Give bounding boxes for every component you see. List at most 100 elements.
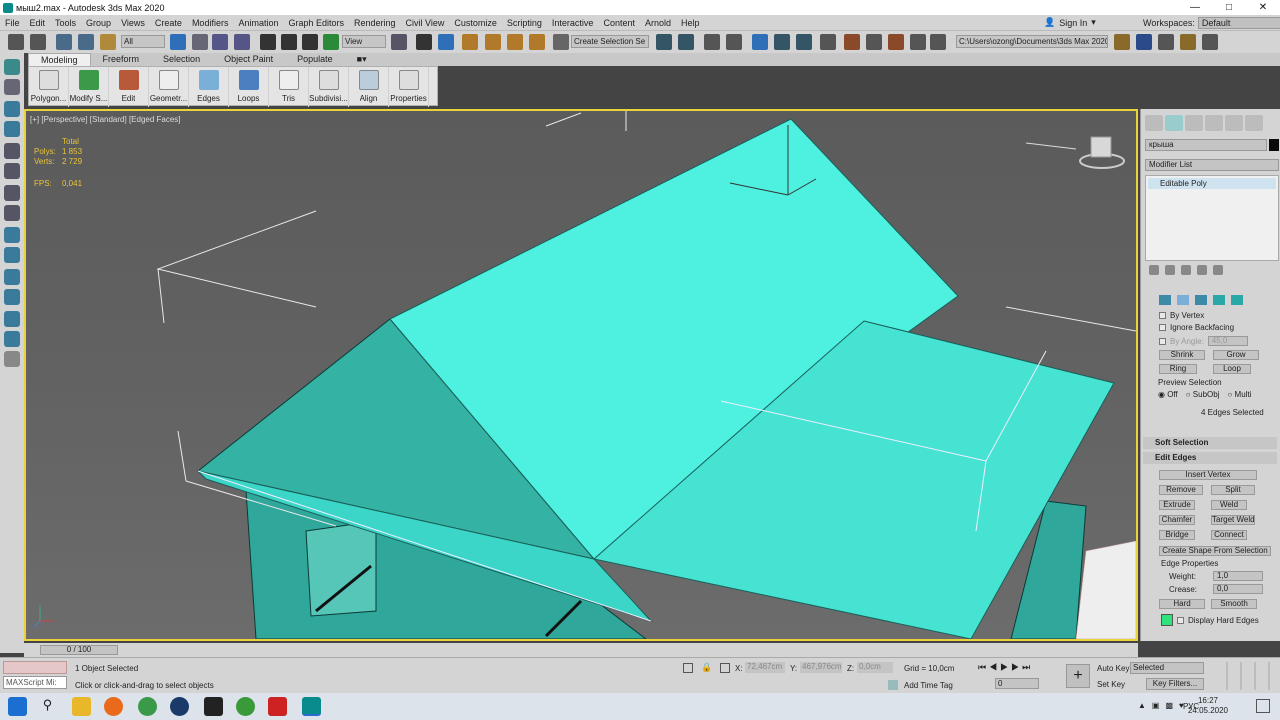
- select-icon[interactable]: [4, 79, 20, 95]
- current-frame-field[interactable]: 0: [995, 678, 1039, 689]
- tab-selection[interactable]: Selection: [151, 53, 212, 66]
- spacewarp-icon[interactable]: [4, 289, 20, 305]
- menu-content[interactable]: Content: [598, 18, 640, 28]
- absolute-mode-icon[interactable]: [720, 663, 730, 673]
- by-angle-option[interactable]: By Angle: 45,0: [1159, 336, 1248, 346]
- z-coordinate-field[interactable]: 0,0cm: [857, 662, 893, 673]
- menu-graph-editors[interactable]: Graph Editors: [283, 18, 349, 28]
- tab-populate[interactable]: Populate: [285, 53, 345, 66]
- lock-selection-icon[interactable]: 🔒: [701, 662, 712, 673]
- modifier-list-dropdown[interactable]: Modifier List: [1145, 159, 1279, 171]
- layers-icon[interactable]: [4, 331, 20, 347]
- playback-controls[interactable]: ⏮◀▶▶⏭: [978, 662, 1033, 673]
- utilities-tab-icon[interactable]: [1245, 115, 1263, 131]
- maximize-button[interactable]: □: [1212, 0, 1246, 15]
- viewcube-icon[interactable]: [1090, 136, 1112, 158]
- display-icon[interactable]: [4, 185, 20, 201]
- target-weld-button[interactable]: Target Weld: [1211, 515, 1255, 525]
- systems-icon[interactable]: [4, 311, 20, 327]
- set-key-button[interactable]: Set Key: [1097, 680, 1125, 689]
- time-tag-icon[interactable]: [888, 680, 898, 690]
- by-vertex-checkbox[interactable]: [1159, 312, 1166, 319]
- menu-customize[interactable]: Customize: [449, 18, 502, 28]
- display-tab-icon[interactable]: [1225, 115, 1243, 131]
- menu-civil-view[interactable]: Civil View: [401, 18, 450, 28]
- rotate-icon[interactable]: [281, 34, 297, 50]
- scale-icon[interactable]: [302, 34, 318, 50]
- geometry-button[interactable]: Geometr...: [149, 67, 189, 107]
- smooth-button[interactable]: Smooth: [1211, 599, 1257, 609]
- object-color-swatch[interactable]: [1269, 139, 1279, 151]
- y-coordinate-field[interactable]: 467,976cm: [800, 662, 842, 673]
- spinner-snap-icon[interactable]: [529, 34, 545, 50]
- undo-icon[interactable]: [8, 34, 24, 50]
- loops-button[interactable]: Loops: [229, 67, 269, 107]
- remove-modifier-icon[interactable]: [1197, 265, 1207, 275]
- element-level-icon[interactable]: [1231, 295, 1243, 305]
- keyboard-shortcut-override-icon[interactable]: [438, 34, 454, 50]
- create-project-icon[interactable]: [1202, 34, 1218, 50]
- place-icon[interactable]: [323, 34, 339, 50]
- select-manipulate-icon[interactable]: [416, 34, 432, 50]
- crease-spinner[interactable]: 0,0: [1213, 584, 1263, 594]
- bridge-button[interactable]: Bridge: [1159, 530, 1195, 540]
- polygon-level-icon[interactable]: [1213, 295, 1225, 305]
- settings-icon[interactable]: [4, 351, 20, 367]
- subdivision-button[interactable]: Subdivisi...: [309, 67, 349, 107]
- maxscript-listener-output[interactable]: [3, 661, 67, 674]
- utilities-icon[interactable]: [4, 205, 20, 221]
- rendered-frame-window-icon[interactable]: [866, 34, 882, 50]
- time-slider[interactable]: 0 / 100: [40, 645, 118, 655]
- angle-snap-icon[interactable]: [485, 34, 501, 50]
- insert-vertex-button[interactable]: Insert Vertex: [1159, 470, 1257, 480]
- key-filters-button[interactable]: Key Filters...: [1146, 678, 1204, 690]
- percent-snap-icon[interactable]: [507, 34, 523, 50]
- project-path-field[interactable]: C:\Users\ozong\Documents\3ds Max 2020: [956, 35, 1108, 48]
- render-production-icon[interactable]: [888, 34, 904, 50]
- camera-icon[interactable]: [4, 247, 20, 263]
- tab-object-paint[interactable]: Object Paint: [212, 53, 285, 66]
- rect-selection-icon[interactable]: [212, 34, 228, 50]
- redo-icon[interactable]: [30, 34, 46, 50]
- close-button[interactable]: ✕: [1246, 0, 1280, 15]
- connect-button[interactable]: Connect: [1211, 530, 1247, 540]
- edit-button[interactable]: Edit: [109, 67, 149, 107]
- hard-button[interactable]: Hard: [1159, 599, 1205, 609]
- window-crossing-icon[interactable]: [234, 34, 250, 50]
- steam-icon[interactable]: [170, 697, 189, 716]
- menu-modifiers[interactable]: Modifiers: [187, 18, 234, 28]
- firefox-icon[interactable]: [104, 697, 123, 716]
- project-folder-icon[interactable]: [1114, 34, 1130, 50]
- render-setup-icon[interactable]: [844, 34, 860, 50]
- reference-coordinate-dropdown[interactable]: View: [342, 35, 386, 48]
- set-key-icon[interactable]: +: [1066, 664, 1090, 688]
- shrink-button[interactable]: Shrink: [1159, 350, 1205, 360]
- isolate-selection-icon[interactable]: [683, 663, 693, 673]
- pivot-center-icon[interactable]: [391, 34, 407, 50]
- render-in-cloud-icon[interactable]: [910, 34, 926, 50]
- create-tab-icon[interactable]: [1145, 115, 1163, 131]
- menu-rendering[interactable]: Rendering: [349, 18, 401, 28]
- utorrent-icon[interactable]: [236, 697, 255, 716]
- set-project-icon[interactable]: [1158, 34, 1174, 50]
- select-by-name-icon[interactable]: [192, 34, 208, 50]
- ring-button[interactable]: Ring: [1159, 364, 1197, 374]
- search-icon[interactable]: ⚲: [38, 697, 57, 716]
- layer-explorer-icon[interactable]: [726, 34, 742, 50]
- weld-button[interactable]: Weld: [1211, 500, 1247, 510]
- ribbon-options-button[interactable]: ■▾: [345, 53, 379, 66]
- windows-start-icon[interactable]: [8, 697, 27, 716]
- file-explorer-icon[interactable]: [72, 697, 91, 716]
- selection-filter-dropdown[interactable]: All: [121, 35, 165, 48]
- link-icon[interactable]: [56, 34, 72, 50]
- open-folder-icon[interactable]: [1180, 34, 1196, 50]
- ignore-backfacing-option[interactable]: Ignore Backfacing: [1159, 323, 1234, 332]
- schematic-view-icon[interactable]: [796, 34, 812, 50]
- remove-button[interactable]: Remove: [1159, 485, 1203, 495]
- menu-interactive[interactable]: Interactive: [547, 18, 599, 28]
- loop-button[interactable]: Loop: [1213, 364, 1251, 374]
- by-angle-spinner[interactable]: 45,0: [1207, 336, 1248, 346]
- perspective-viewport[interactable]: [+] [Perspective] [Standard] [Edged Face…: [24, 109, 1138, 641]
- viewport-label[interactable]: [+] [Perspective] [Standard] [Edged Face…: [30, 115, 181, 124]
- scene-explorer-icon[interactable]: [4, 143, 20, 159]
